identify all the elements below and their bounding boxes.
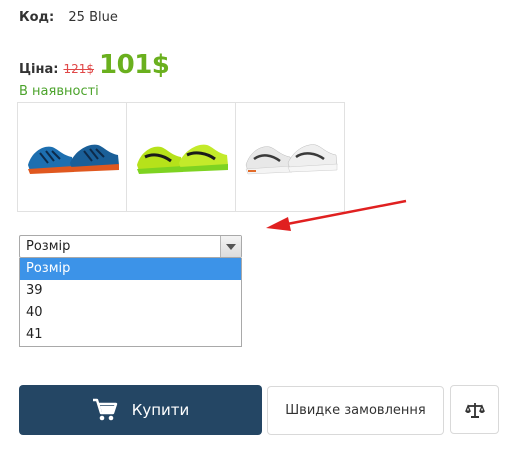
size-option-40[interactable]: 40 — [20, 302, 241, 324]
product-code-value: 25 Blue — [68, 10, 118, 25]
current-price: 101$ — [99, 50, 170, 80]
shoe-blue-orange-icon — [28, 144, 119, 174]
size-select[interactable]: Розмір — [19, 235, 242, 258]
quick-order-button[interactable]: Швидке замовлення — [267, 386, 444, 435]
shoe-white-grey-icon — [245, 144, 338, 175]
product-code-label: Код: — [19, 10, 55, 25]
thumbnail-neon-green[interactable] — [126, 102, 236, 212]
size-option-39[interactable]: 39 — [20, 280, 241, 302]
select-dropdown-button[interactable] — [220, 236, 241, 257]
compare-button[interactable] — [450, 385, 499, 434]
price-row: Ціна: 121$ 101$ — [19, 50, 170, 80]
quick-order-label: Швидке замовлення — [285, 403, 426, 418]
old-price: 121$ — [63, 62, 95, 76]
size-select-value: Розмір — [26, 239, 71, 254]
buy-button-label: Купити — [131, 401, 190, 419]
chevron-down-icon — [226, 243, 236, 250]
size-dropdown-list: Розмір 39 40 41 — [19, 258, 242, 347]
size-option-placeholder[interactable]: Розмір — [20, 258, 241, 280]
scales-icon — [464, 402, 485, 418]
size-option-41[interactable]: 41 — [20, 324, 241, 346]
price-label: Ціна: — [19, 62, 59, 77]
product-code-row: Код: 25 Blue — [19, 10, 118, 25]
buy-button[interactable]: Купити — [19, 385, 262, 435]
thumbnail-blue-orange[interactable] — [17, 102, 127, 212]
cart-icon — [92, 398, 118, 422]
annotation-arrow-icon — [266, 199, 407, 231]
stock-status: В наявності — [19, 84, 99, 99]
shoe-neon-green-icon — [137, 144, 228, 174]
